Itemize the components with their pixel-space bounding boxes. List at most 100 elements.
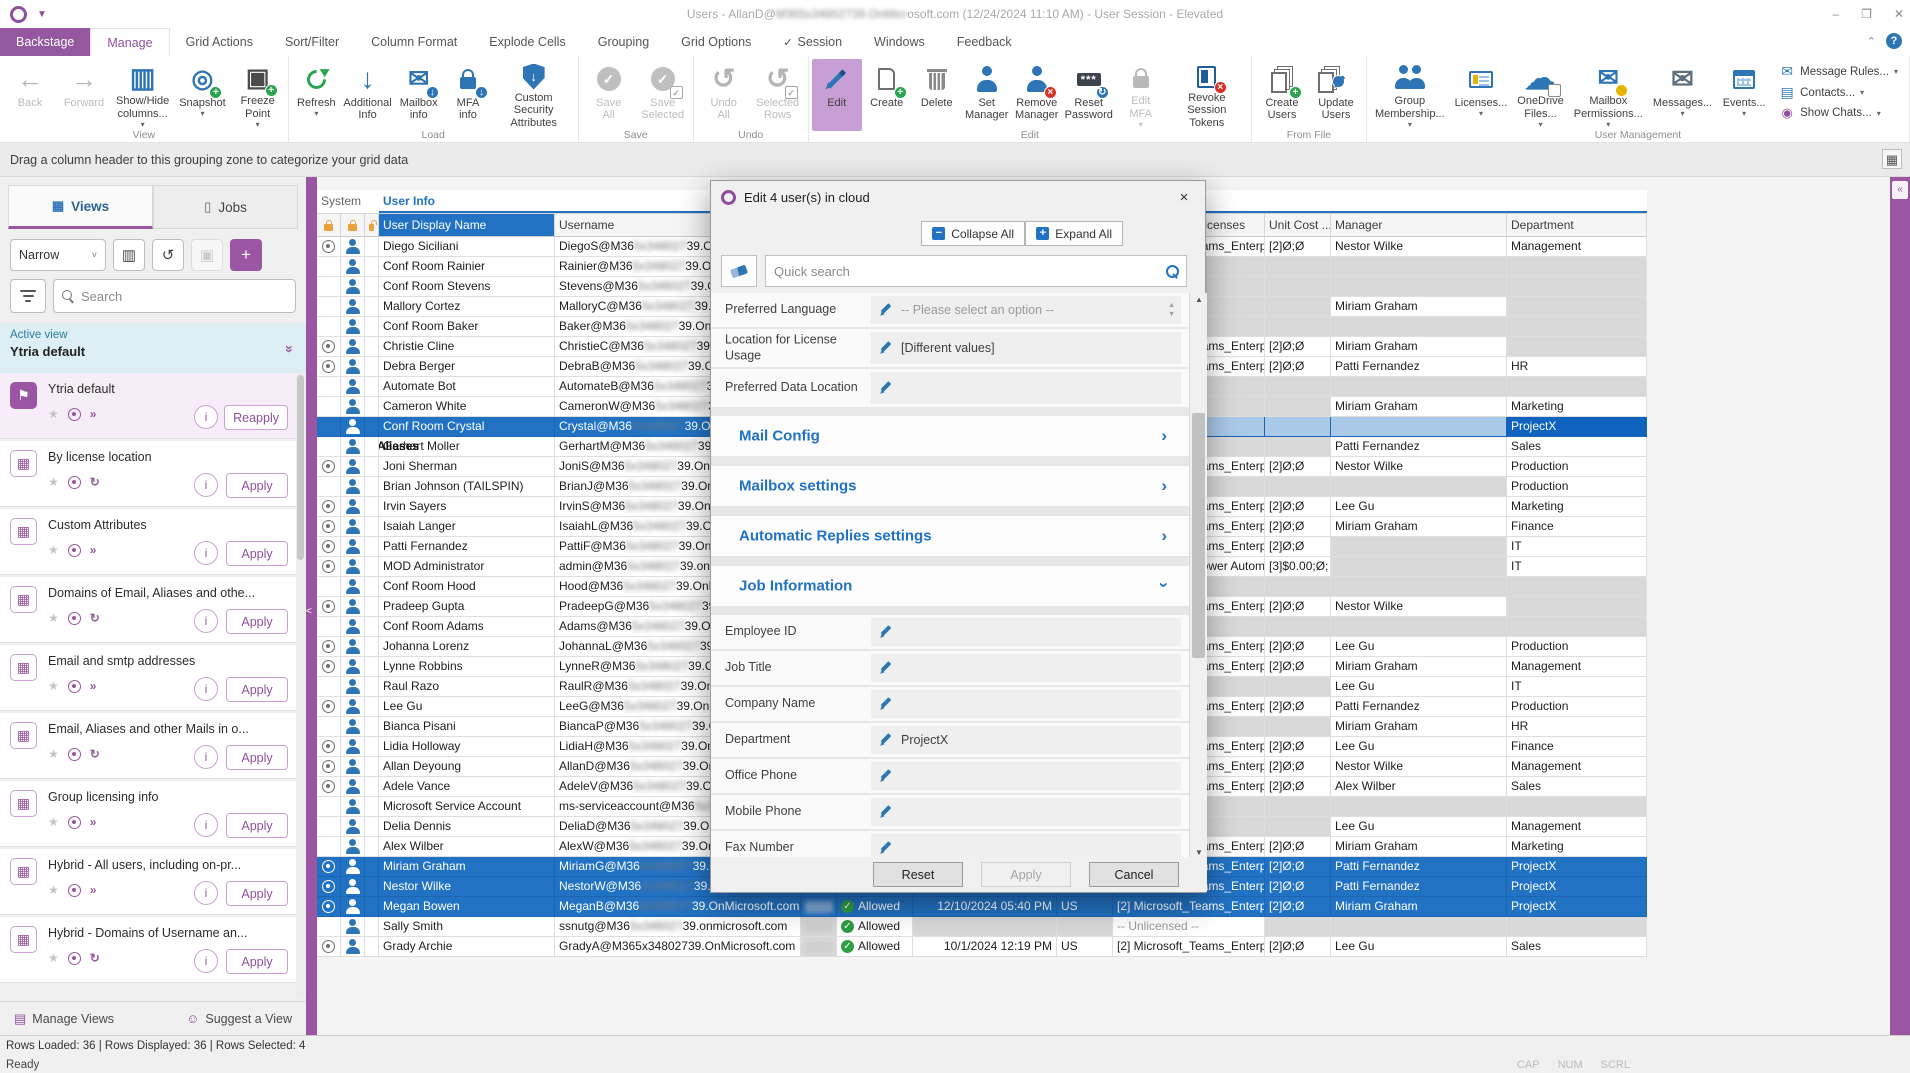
view-info-button[interactable]: i	[194, 473, 218, 497]
filter-views-button[interactable]	[10, 279, 46, 313]
update-users-button[interactable]: ╱Update Users	[1309, 59, 1363, 131]
column-header-name[interactable]: User Display Name	[379, 213, 555, 237]
row-select-cell[interactable]	[317, 857, 341, 877]
views-search-input[interactable]: Search	[53, 279, 296, 313]
revoke-session-tokens-button[interactable]: ×Revoke Session Tokens	[1166, 59, 1248, 131]
manage-views-link[interactable]: ▤Manage Views	[14, 1011, 114, 1027]
favorite-star-icon[interactable]: ★	[48, 475, 59, 489]
row-select-cell[interactable]	[317, 737, 341, 757]
mailbox-info-button[interactable]: ✉↓Mailbox info	[394, 59, 443, 131]
edit-pencil-icon[interactable]	[879, 304, 892, 317]
create-button[interactable]: +Create	[862, 59, 912, 131]
edit-pencil-icon[interactable]	[879, 342, 892, 355]
view-card-domains-of-email-aliases-and-othe[interactable]: ▦Domains of Email, Aliases and othe...★↻…	[0, 577, 296, 643]
display-name-cell[interactable]: Brian Johnson (TAILSPIN)	[379, 477, 555, 497]
apply-view-button[interactable]: Apply	[226, 745, 288, 770]
message-rules-button[interactable]: ✉Message Rules...▾	[1779, 63, 1898, 80]
custom-security-attributes-button[interactable]: ↓Custom Security Attributes	[493, 59, 575, 131]
dialog-title-bar[interactable]: Edit 4 user(s) in cloud	[711, 181, 1205, 213]
mailbox-permissions-button[interactable]: ✉Mailbox Permissions...▾	[1569, 59, 1648, 131]
field-input-mobile-phone[interactable]	[871, 798, 1181, 826]
view-info-button[interactable]: i	[194, 745, 218, 769]
display-name-cell[interactable]: Johanna Lorenz	[379, 637, 555, 657]
row-select-cell[interactable]	[317, 897, 341, 917]
field-input-preferred-language[interactable]: -- Please select an option --▲▼	[871, 296, 1181, 324]
edit-pencil-icon[interactable]	[879, 626, 892, 639]
tab-grouping[interactable]: Grouping	[582, 28, 665, 56]
row-select-cell[interactable]	[317, 537, 341, 557]
row-select-cell[interactable]	[317, 477, 341, 497]
section-automatic-replies-settings[interactable]: Automatic Replies settings›	[711, 515, 1189, 557]
field-input-company-name[interactable]	[871, 690, 1181, 718]
show-chats-button[interactable]: ◉Show Chats...▾	[1779, 105, 1898, 121]
row-select-cell[interactable]	[317, 777, 341, 797]
username-cell[interactable]: ssnutg@M365x34802739.onmicrosoft.com	[555, 917, 801, 937]
tab-feedback[interactable]: Feedback	[941, 28, 1028, 56]
field-input-employee-id[interactable]	[871, 618, 1181, 646]
reapply-view-button[interactable]: Reapply	[224, 405, 288, 430]
display-name-cell[interactable]: Lee Gu	[379, 697, 555, 717]
edit-pencil-icon[interactable]	[879, 382, 892, 395]
view-card-hybrid-all-users-including-on-pr[interactable]: ▦Hybrid - All users, including on-pr...★…	[0, 849, 296, 915]
display-name-cell[interactable]: Conf Room Stevens	[379, 277, 555, 297]
display-name-cell[interactable]: Nestor Wilke	[379, 877, 555, 897]
field-input-preferred-data-location[interactable]	[871, 372, 1181, 404]
column-header-unit[interactable]: Unit Cost ...	[1265, 213, 1331, 237]
dialog-scrollbar[interactable]: ▲ ▼	[1189, 293, 1207, 859]
row-select-cell[interactable]	[317, 497, 341, 517]
row-select-cell[interactable]	[317, 757, 341, 777]
right-panel-strip[interactable]: «	[1890, 177, 1910, 1035]
column-header-icon[interactable]	[341, 213, 365, 237]
collapse-panel-strip[interactable]: <	[306, 177, 317, 1035]
field-input-job-title[interactable]	[871, 654, 1181, 682]
edit-mfa-button[interactable]: Edit MFA▾	[1116, 59, 1166, 131]
row-select-cell[interactable]	[317, 637, 341, 657]
apply-view-button[interactable]: Apply	[226, 881, 288, 906]
row-select-cell[interactable]	[317, 577, 341, 597]
row-select-cell[interactable]	[317, 797, 341, 817]
create-users-button[interactable]: +Create Users	[1255, 59, 1309, 131]
minimize-button[interactable]: –	[1832, 7, 1839, 21]
display-name-cell[interactable]: Allan Deyoung	[379, 757, 555, 777]
edit-pencil-icon[interactable]	[879, 770, 892, 783]
row-select-cell[interactable]	[317, 877, 341, 897]
back-button[interactable]: ←Back	[3, 59, 57, 131]
set-manager-button[interactable]: Set Manager	[962, 59, 1012, 131]
tab-grid-options[interactable]: Grid Options	[665, 28, 767, 56]
favorite-star-icon[interactable]: ★	[48, 679, 59, 693]
display-name-cell[interactable]: Irvin Sayers	[379, 497, 555, 517]
display-name-cell[interactable]: Conf Room Rainier	[379, 257, 555, 277]
close-button[interactable]: ✕	[1894, 7, 1904, 21]
onedrive-files-button[interactable]: ☁OneDrive Files...▾	[1512, 59, 1568, 131]
tab-grid-actions[interactable]: Grid Actions	[170, 28, 269, 56]
edit-columns-button[interactable]: ▥	[113, 239, 145, 271]
display-name-cell[interactable]: Gerhart MollerAliases	[379, 437, 555, 457]
group-membership-button[interactable]: Group Membership...▾	[1370, 59, 1450, 131]
edit-pencil-icon[interactable]	[879, 698, 892, 711]
display-name-cell[interactable]: Alex Wilber	[379, 837, 555, 857]
row-select-cell[interactable]	[317, 237, 341, 257]
display-name-cell[interactable]: Cameron White	[379, 397, 555, 417]
edit-pencil-icon[interactable]	[879, 842, 892, 855]
row-select-cell[interactable]	[317, 377, 341, 397]
display-name-cell[interactable]: Isaiah Langer	[379, 517, 555, 537]
field-input-fax-number[interactable]	[871, 834, 1181, 859]
display-name-cell[interactable]: Microsoft Service Account	[379, 797, 555, 817]
forward-button[interactable]: →Forward	[57, 59, 111, 131]
field-input-department[interactable]: ProjectX	[871, 726, 1181, 754]
suggest-a-view-link[interactable]: ☺Suggest a View	[186, 1011, 292, 1026]
display-name-cell[interactable]: Mallory Cortez	[379, 297, 555, 317]
display-name-cell[interactable]: Automate Bot	[379, 377, 555, 397]
view-card-hybrid-domains-of-username-an[interactable]: ▦Hybrid - Domains of Username an...★↻iAp…	[0, 917, 296, 983]
events-button[interactable]: Events...▾	[1717, 59, 1771, 131]
username-cell[interactable]: GradyA@M365x34802739.OnMicrosoft.com	[555, 937, 801, 957]
view-info-button[interactable]: i	[194, 541, 218, 565]
remove-manager-button[interactable]: ×Remove Manager	[1012, 59, 1062, 131]
tab-explode-cells[interactable]: Explode Cells	[473, 28, 581, 56]
user-row-megan-bowen[interactable]: Megan BowenMeganB@M365x34802739.OnMicros…	[317, 897, 1647, 917]
display-name-cell[interactable]: Diego Siciliani	[379, 237, 555, 257]
edit-button[interactable]: Edit	[812, 59, 862, 131]
views-scrollbar[interactable]	[296, 373, 305, 997]
dialog-close-button[interactable]: ×	[1173, 187, 1195, 209]
display-name-cell[interactable]: Conf Room Hood	[379, 577, 555, 597]
